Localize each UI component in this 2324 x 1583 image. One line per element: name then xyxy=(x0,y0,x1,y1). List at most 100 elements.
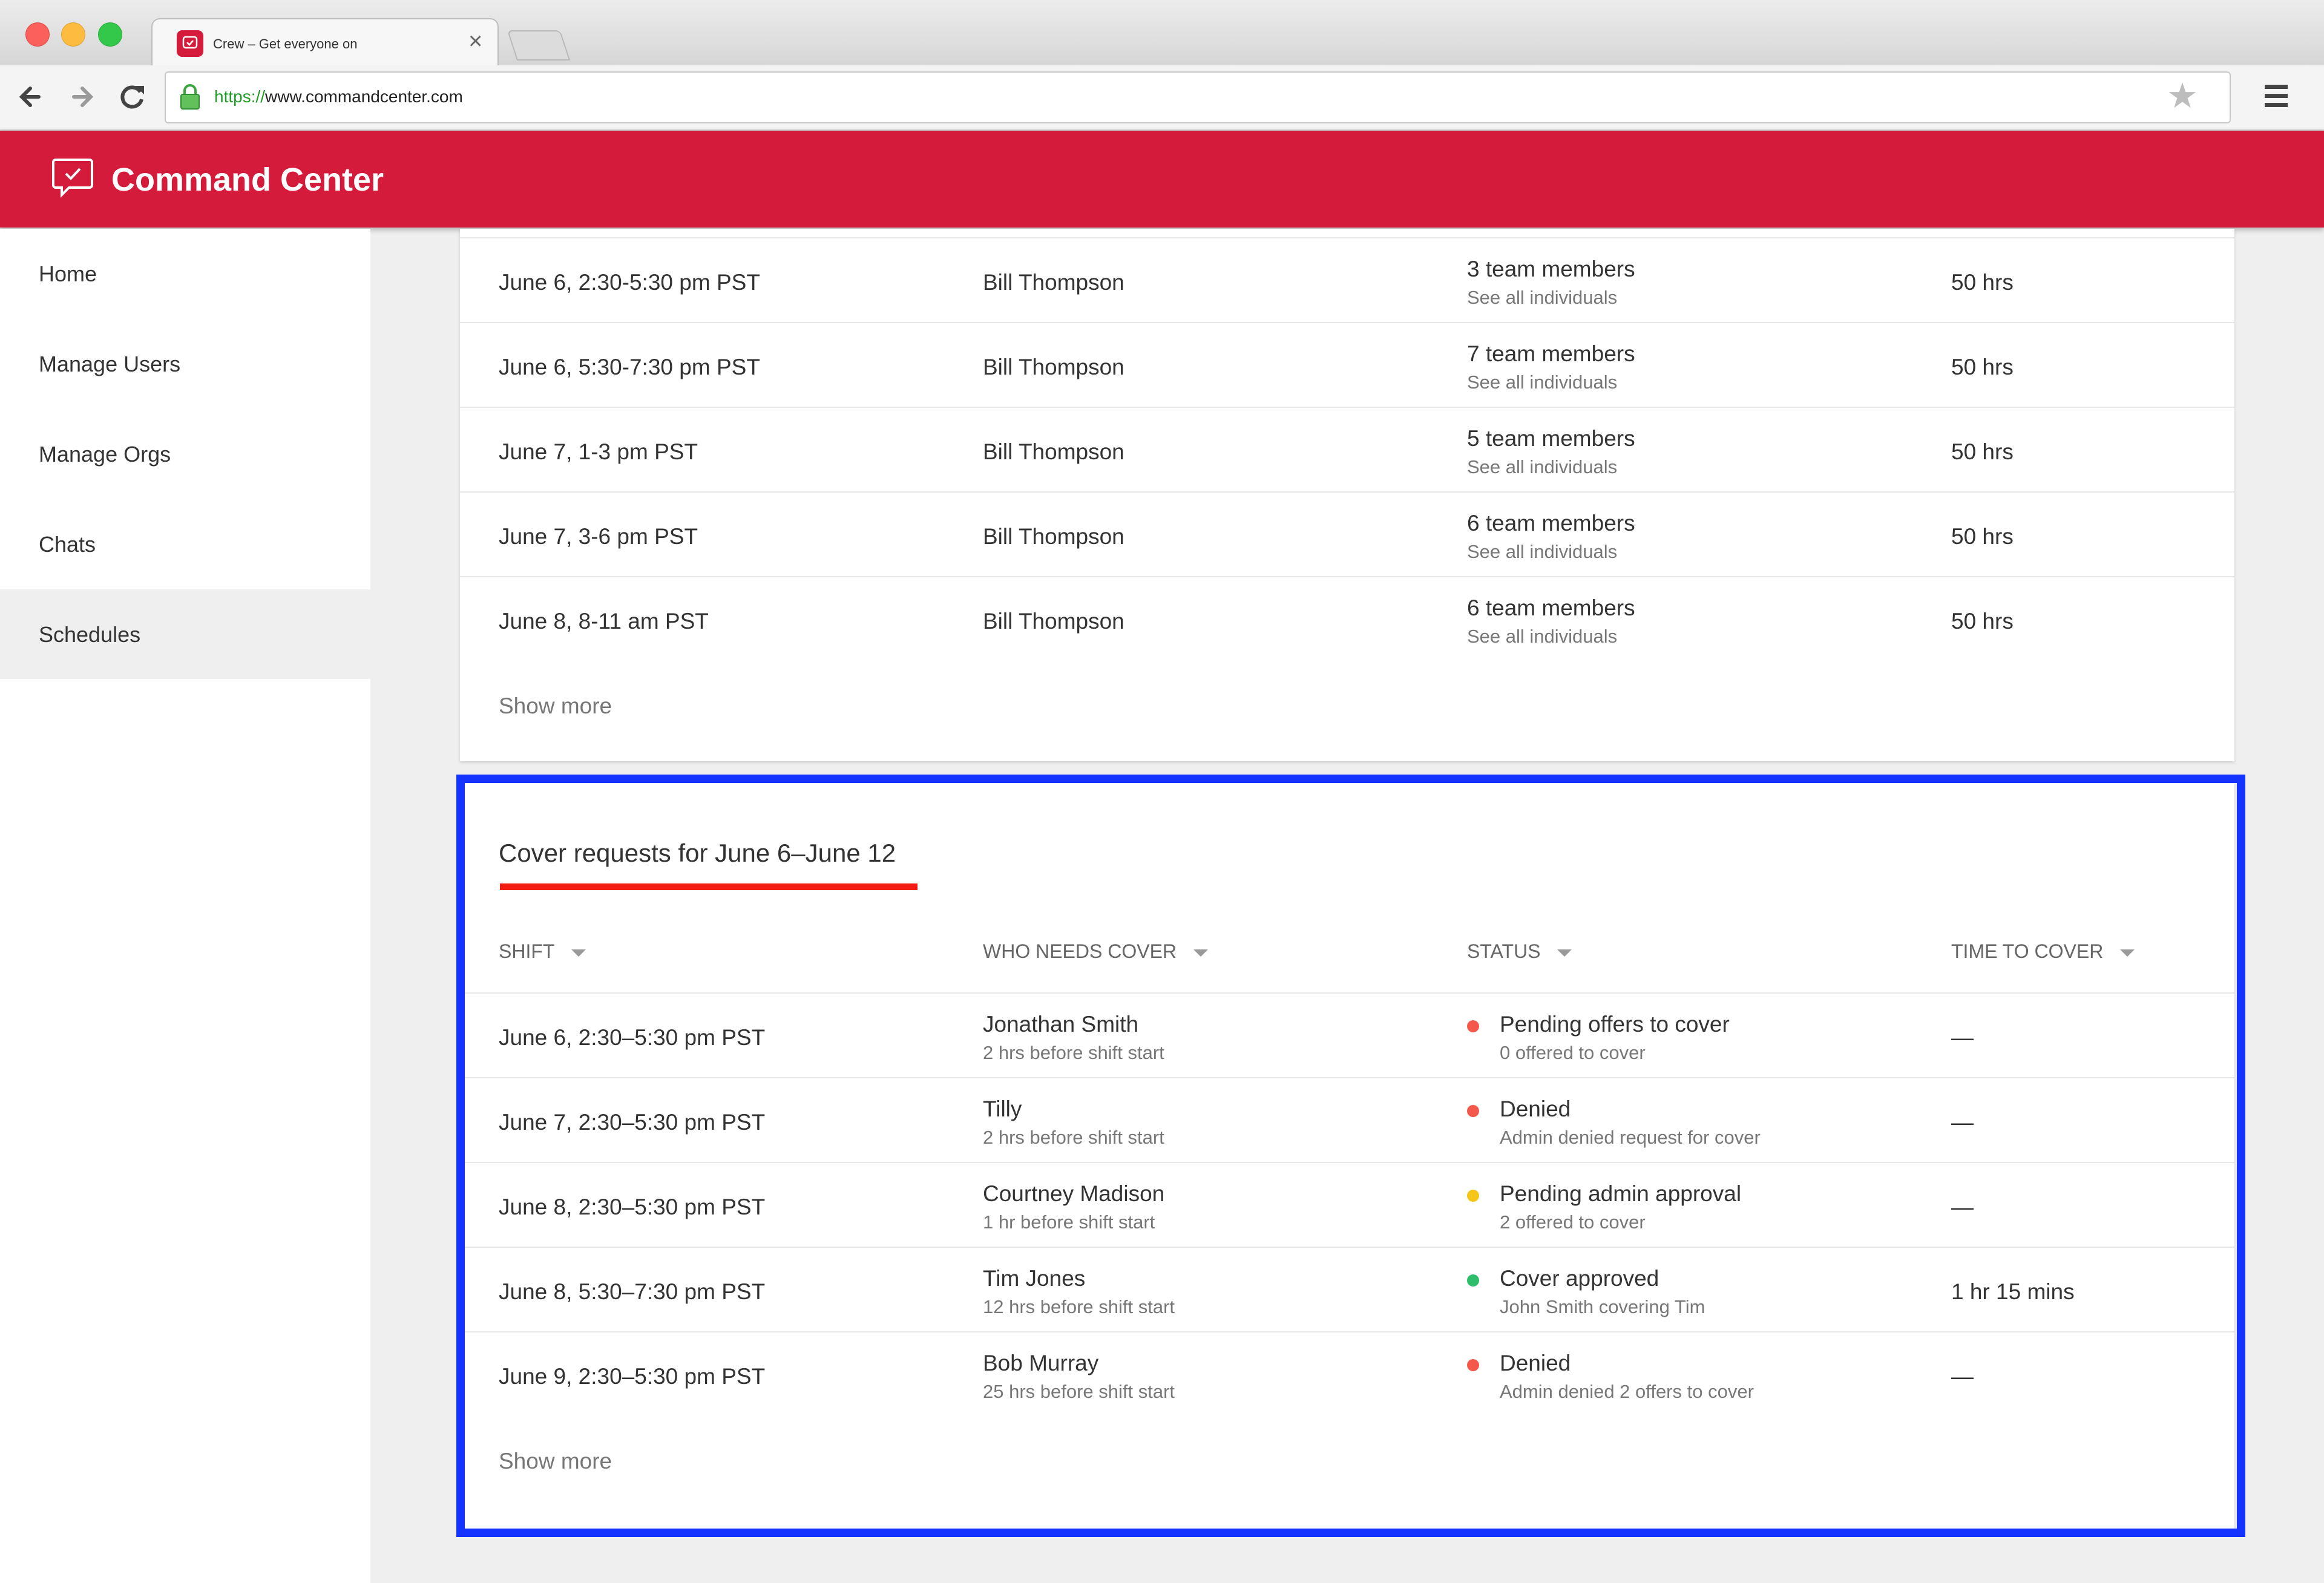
shift-cell: June 7, 2:30–5:30 pm PST xyxy=(499,1110,766,1135)
lead-time: 25 hrs before shift start xyxy=(983,1381,1175,1402)
table-row: June 6, 2:30–5:30 pm PST Jonathan Smith … xyxy=(460,992,2234,1078)
show-more-link[interactable]: Show more xyxy=(499,693,612,719)
time-to-cover-cell: — xyxy=(1951,1195,1974,1219)
sort-caret-icon xyxy=(571,949,586,957)
browser-tab[interactable]: Crew – Get everyone on × xyxy=(151,18,499,67)
column-header-time-to-cover[interactable]: TIME TO COVER xyxy=(1951,940,2135,963)
show-more-link[interactable]: Show more xyxy=(499,1449,612,1474)
column-header-status[interactable]: STATUS xyxy=(1467,940,1572,963)
close-window-button[interactable] xyxy=(25,22,50,47)
table-row: June 8, 8-11 am PST Bill Thompson 6 team… xyxy=(460,576,2234,662)
hours-cell: 50 hrs xyxy=(1951,439,2014,464)
shift-cell: June 8, 5:30–7:30 pm PST xyxy=(499,1279,766,1304)
tab-close-icon[interactable]: × xyxy=(468,28,482,55)
column-header-who-needs-cover[interactable]: WHO NEEDS COVER xyxy=(983,940,1209,963)
sidebar-item-schedules[interactable]: Schedules xyxy=(0,589,370,679)
reload-icon[interactable] xyxy=(113,77,151,116)
sidebar-nav: Home Manage Users Manage Orgs Chats Sche… xyxy=(0,229,370,1583)
lead-time: 12 hrs before shift start xyxy=(983,1296,1175,1317)
sidebar-item-chats[interactable]: Chats xyxy=(0,499,370,589)
url-text: https://www.commandcenter.com xyxy=(214,87,463,106)
status-label: Pending admin approval xyxy=(1500,1181,1742,1206)
members-count: 5 team members xyxy=(1467,426,1635,451)
table-row: June 8, 5:30–7:30 pm PST Tim Jones 12 hr… xyxy=(460,1247,2234,1332)
cover-requests-card: Cover requests for June 6–June 12 SHIFT … xyxy=(460,778,2234,1529)
minimize-window-button[interactable] xyxy=(61,22,85,47)
who-needs-cover: Jonathan Smith xyxy=(983,1012,1139,1037)
status-dot-green-icon xyxy=(1467,1274,1479,1286)
table-row: June 6, 2:30-5:30 pm PST Bill Thompson 3… xyxy=(460,237,2234,323)
members-count: 3 team members xyxy=(1467,257,1635,281)
shift-cell: June 7, 1-3 pm PST xyxy=(499,439,698,464)
status-detail: 2 offered to cover xyxy=(1500,1211,1646,1233)
back-arrow-icon[interactable] xyxy=(12,77,51,116)
cover-requests-title: Cover requests for June 6–June 12 xyxy=(499,839,896,867)
status-dot-red-icon xyxy=(1467,1359,1479,1371)
status-label: Denied xyxy=(1500,1351,1571,1375)
see-all-individuals-link[interactable]: See all individuals xyxy=(1467,541,1635,563)
see-all-individuals-link[interactable]: See all individuals xyxy=(1467,372,1635,393)
shift-cell: June 6, 2:30-5:30 pm PST xyxy=(499,270,760,295)
who-needs-cover: Courtney Madison xyxy=(983,1181,1165,1206)
status-label: Cover approved xyxy=(1500,1266,1659,1291)
maximize-window-button[interactable] xyxy=(98,22,122,47)
shift-cell: June 9, 2:30–5:30 pm PST xyxy=(499,1364,766,1389)
who-needs-cover: Tim Jones xyxy=(983,1266,1086,1291)
shift-cell: June 6, 2:30–5:30 pm PST xyxy=(499,1025,766,1050)
time-to-cover-cell: — xyxy=(1951,1025,1974,1050)
members-count: 7 team members xyxy=(1467,341,1635,366)
table-row: June 7, 2:30–5:30 pm PST Tilly 2 hrs bef… xyxy=(460,1077,2234,1163)
bookmark-star-icon[interactable]: ★ xyxy=(2167,79,2198,114)
sidebar-item-home[interactable]: Home xyxy=(0,229,370,318)
status-detail: 0 offered to cover xyxy=(1500,1042,1646,1063)
chat-check-logo-icon xyxy=(51,156,94,203)
table-row: June 6, 5:30-7:30 pm PST Bill Thompson 7… xyxy=(460,322,2234,408)
status-label: Pending offers to cover xyxy=(1500,1012,1730,1037)
time-to-cover-cell: 1 hr 15 mins xyxy=(1951,1279,2075,1304)
app-title: Command Center xyxy=(111,162,384,198)
schedules-card: June 6, 2:30-5:30 pm PST Bill Thompson 3… xyxy=(460,229,2234,761)
tab-title: Crew – Get everyone on xyxy=(213,36,358,51)
status-dot-red-icon xyxy=(1467,1105,1479,1117)
address-bar[interactable]: https://www.commandcenter.com ★ xyxy=(165,71,2231,123)
shift-cell: June 8, 2:30–5:30 pm PST xyxy=(499,1195,766,1219)
owner-cell: Bill Thompson xyxy=(983,609,1124,634)
column-header-shift[interactable]: SHIFT xyxy=(499,940,586,963)
see-all-individuals-link[interactable]: See all individuals xyxy=(1467,287,1635,309)
owner-cell: Bill Thompson xyxy=(983,524,1124,549)
new-tab-button[interactable] xyxy=(507,30,571,61)
table-row: June 9, 2:30–5:30 pm PST Bob Murray 25 h… xyxy=(460,1331,2234,1417)
sort-caret-icon xyxy=(2120,949,2135,957)
sort-caret-icon xyxy=(1557,949,1572,957)
hours-cell: 50 hrs xyxy=(1951,524,2014,549)
status-detail: Admin denied request for cover xyxy=(1500,1127,1761,1148)
forward-arrow-icon[interactable] xyxy=(63,77,102,116)
see-all-individuals-link[interactable]: See all individuals xyxy=(1467,456,1635,478)
shift-cell: June 8, 8-11 am PST xyxy=(499,609,709,634)
sidebar-item-label: Manage Users xyxy=(39,352,181,376)
app-header: Command Center xyxy=(0,131,2324,228)
browser-tab-bar: Crew – Get everyone on × xyxy=(0,0,2324,67)
members-count: 6 team members xyxy=(1467,511,1635,536)
shift-cell: June 7, 3-6 pm PST xyxy=(499,524,698,549)
status-dot-yellow-icon xyxy=(1467,1190,1479,1202)
owner-cell: Bill Thompson xyxy=(983,439,1124,464)
time-to-cover-cell: — xyxy=(1951,1364,1974,1389)
shift-cell: June 6, 5:30-7:30 pm PST xyxy=(499,355,760,379)
sidebar-item-manage-orgs[interactable]: Manage Orgs xyxy=(0,409,370,499)
title-underline xyxy=(500,883,917,890)
status-detail: John Smith covering Tim xyxy=(1500,1296,1705,1317)
sidebar-item-label: Home xyxy=(39,261,97,286)
sidebar-item-label: Schedules xyxy=(39,622,141,647)
lead-time: 1 hr before shift start xyxy=(983,1211,1155,1233)
browser-menu-icon[interactable] xyxy=(2265,85,2288,112)
table-row: June 8, 2:30–5:30 pm PST Courtney Madiso… xyxy=(460,1162,2234,1248)
time-to-cover-cell: — xyxy=(1951,1110,1974,1135)
members-count: 6 team members xyxy=(1467,595,1635,620)
owner-cell: Bill Thompson xyxy=(983,270,1124,295)
status-label: Denied xyxy=(1500,1096,1571,1121)
hours-cell: 50 hrs xyxy=(1951,609,2014,634)
sidebar-item-manage-users[interactable]: Manage Users xyxy=(0,319,370,408)
see-all-individuals-link[interactable]: See all individuals xyxy=(1467,626,1635,647)
who-needs-cover: Bob Murray xyxy=(983,1351,1099,1375)
